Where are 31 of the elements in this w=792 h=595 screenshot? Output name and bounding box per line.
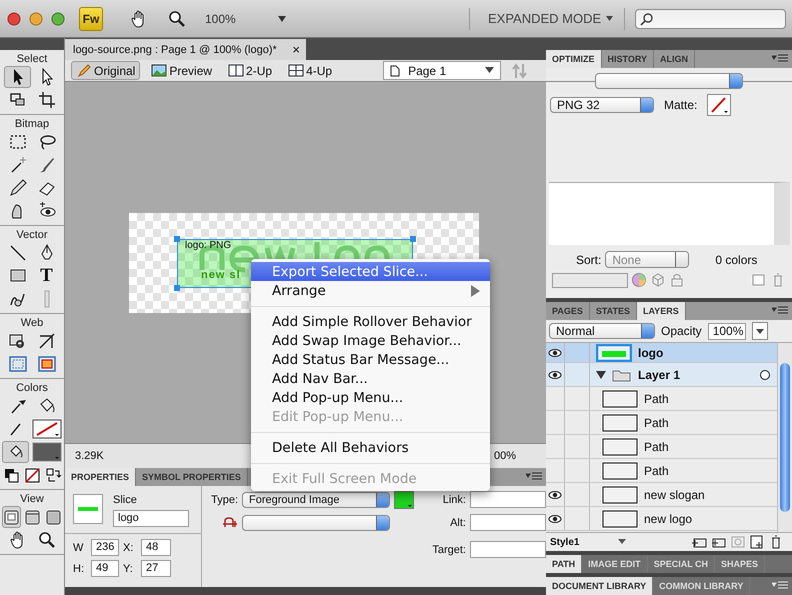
tool-section-title: Colors <box>16 381 48 395</box>
field-label: Matte: <box>664 98 698 112</box>
slice-label: logo: PNG <box>185 240 232 251</box>
field-label: Sort: <box>576 252 602 266</box>
field-label: Target: <box>432 544 466 556</box>
tool-section-title: Select <box>16 52 48 66</box>
layer-name: Layer 1 <box>638 368 680 382</box>
field-label: Alt: <box>450 516 466 528</box>
field-label: W <box>73 542 84 554</box>
field-label: Link: <box>442 494 466 506</box>
tool-section-title: Vector <box>16 228 48 242</box>
slogan-text: new sl <box>201 269 241 281</box>
field-label: Type: <box>210 494 238 506</box>
object-name: new logo <box>644 512 692 526</box>
field-label: Y: <box>123 562 134 574</box>
file-size: 3.29K <box>75 450 104 462</box>
object-type: Slice <box>113 494 138 506</box>
tool-section-title: View <box>20 492 44 506</box>
tool-section-title: Bitmap <box>14 117 50 131</box>
field-label: H: <box>73 562 85 574</box>
object-name: Path <box>644 392 669 406</box>
color-count: 0 colors <box>715 252 758 266</box>
field-label: X: <box>123 542 134 554</box>
object-name: logo <box>638 346 664 360</box>
field-label: Opacity <box>661 324 702 338</box>
tool-section-title: Web <box>20 316 44 330</box>
object-name: Path <box>644 464 669 478</box>
object-name: Path <box>644 416 669 430</box>
app-logo: Fw <box>79 6 103 30</box>
object-name: Path <box>644 440 669 454</box>
object-name: new slogan <box>644 488 705 502</box>
